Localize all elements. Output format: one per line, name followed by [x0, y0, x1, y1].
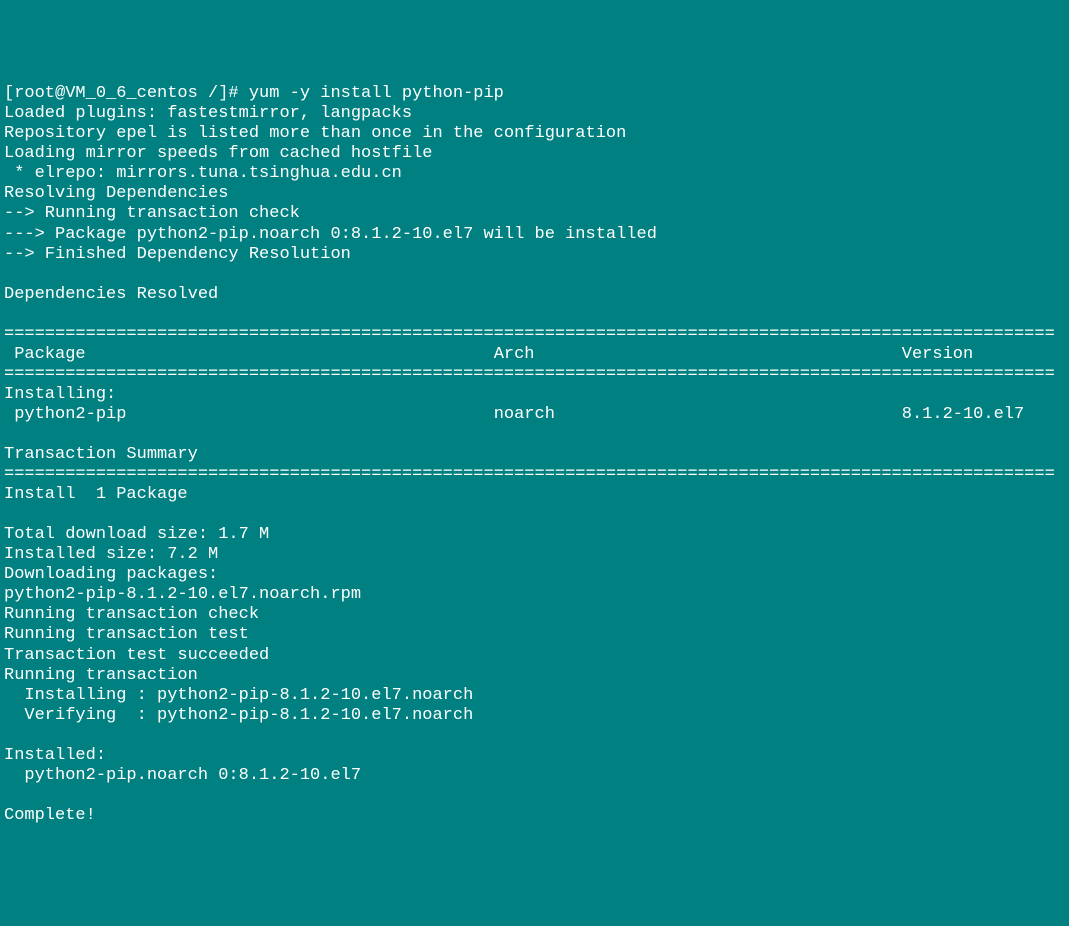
- transaction-test: Running transaction test: [4, 625, 249, 644]
- table-header-arch: Arch: [494, 345, 535, 364]
- transaction-rpm-file: python2-pip-8.1.2-10.el7.noarch.rpm: [4, 585, 361, 604]
- divider-header: ========================================…: [4, 365, 1065, 385]
- table-header-version: Version: [902, 345, 973, 364]
- divider-top: ========================================…: [4, 325, 1065, 345]
- output-resolving-deps: Resolving Dependencies: [4, 184, 228, 203]
- table-pkg-name: python2-pip: [4, 405, 126, 424]
- output-loaded-plugins: Loaded plugins: fastestmirror, langpacks: [4, 104, 412, 123]
- transaction-summary-label: Transaction Summary: [4, 445, 198, 464]
- output-running-trans-check: --> Running transaction check: [4, 204, 300, 223]
- terminal-window[interactable]: [root@VM_0_6_centos /]# yum -y install p…: [4, 84, 1065, 826]
- table-pkg-version: 8.1.2-10.el7: [902, 405, 1024, 424]
- transaction-running: Running transaction: [4, 666, 198, 685]
- transaction-downloading: Downloading packages:: [4, 565, 218, 584]
- output-loading-mirrors: Loading mirror speeds from cached hostfi…: [4, 144, 432, 163]
- transaction-download-size: Total download size: 1.7 M: [4, 525, 269, 544]
- output-package-install: ---> Package python2-pip.noarch 0:8.1.2-…: [4, 225, 657, 244]
- transaction-installed-size: Installed size: 7.2 M: [4, 545, 218, 564]
- table-installing-label: Installing:: [4, 385, 116, 404]
- transaction-verifying-line: Verifying : python2-pip-8.1.2-10.el7.noa…: [4, 706, 473, 725]
- output-elrepo-mirror: * elrepo: mirrors.tuna.tsinghua.edu.cn: [4, 164, 402, 183]
- transaction-complete: Complete!: [4, 806, 96, 825]
- output-finished-resolution: --> Finished Dependency Resolution: [4, 245, 351, 264]
- output-deps-resolved: Dependencies Resolved: [4, 285, 218, 304]
- command-text: yum -y install python-pip: [249, 84, 504, 103]
- transaction-installed-pkg: python2-pip.noarch 0:8.1.2-10.el7: [4, 766, 361, 785]
- transaction-check: Running transaction check: [4, 605, 259, 624]
- prompt-user-host: [root@VM_0_6_centos /]#: [4, 84, 239, 103]
- transaction-succeeded: Transaction test succeeded: [4, 646, 269, 665]
- table-pkg-arch: noarch: [494, 405, 555, 424]
- transaction-install-count: Install 1 Package: [4, 485, 188, 504]
- transaction-installed-label: Installed:: [4, 746, 106, 765]
- output-repo-warning: Repository epel is listed more than once…: [4, 124, 626, 143]
- transaction-installing-line: Installing : python2-pip-8.1.2-10.el7.no…: [4, 686, 473, 705]
- divider-summary: ========================================…: [4, 465, 1065, 485]
- table-header-package: Package: [4, 345, 86, 364]
